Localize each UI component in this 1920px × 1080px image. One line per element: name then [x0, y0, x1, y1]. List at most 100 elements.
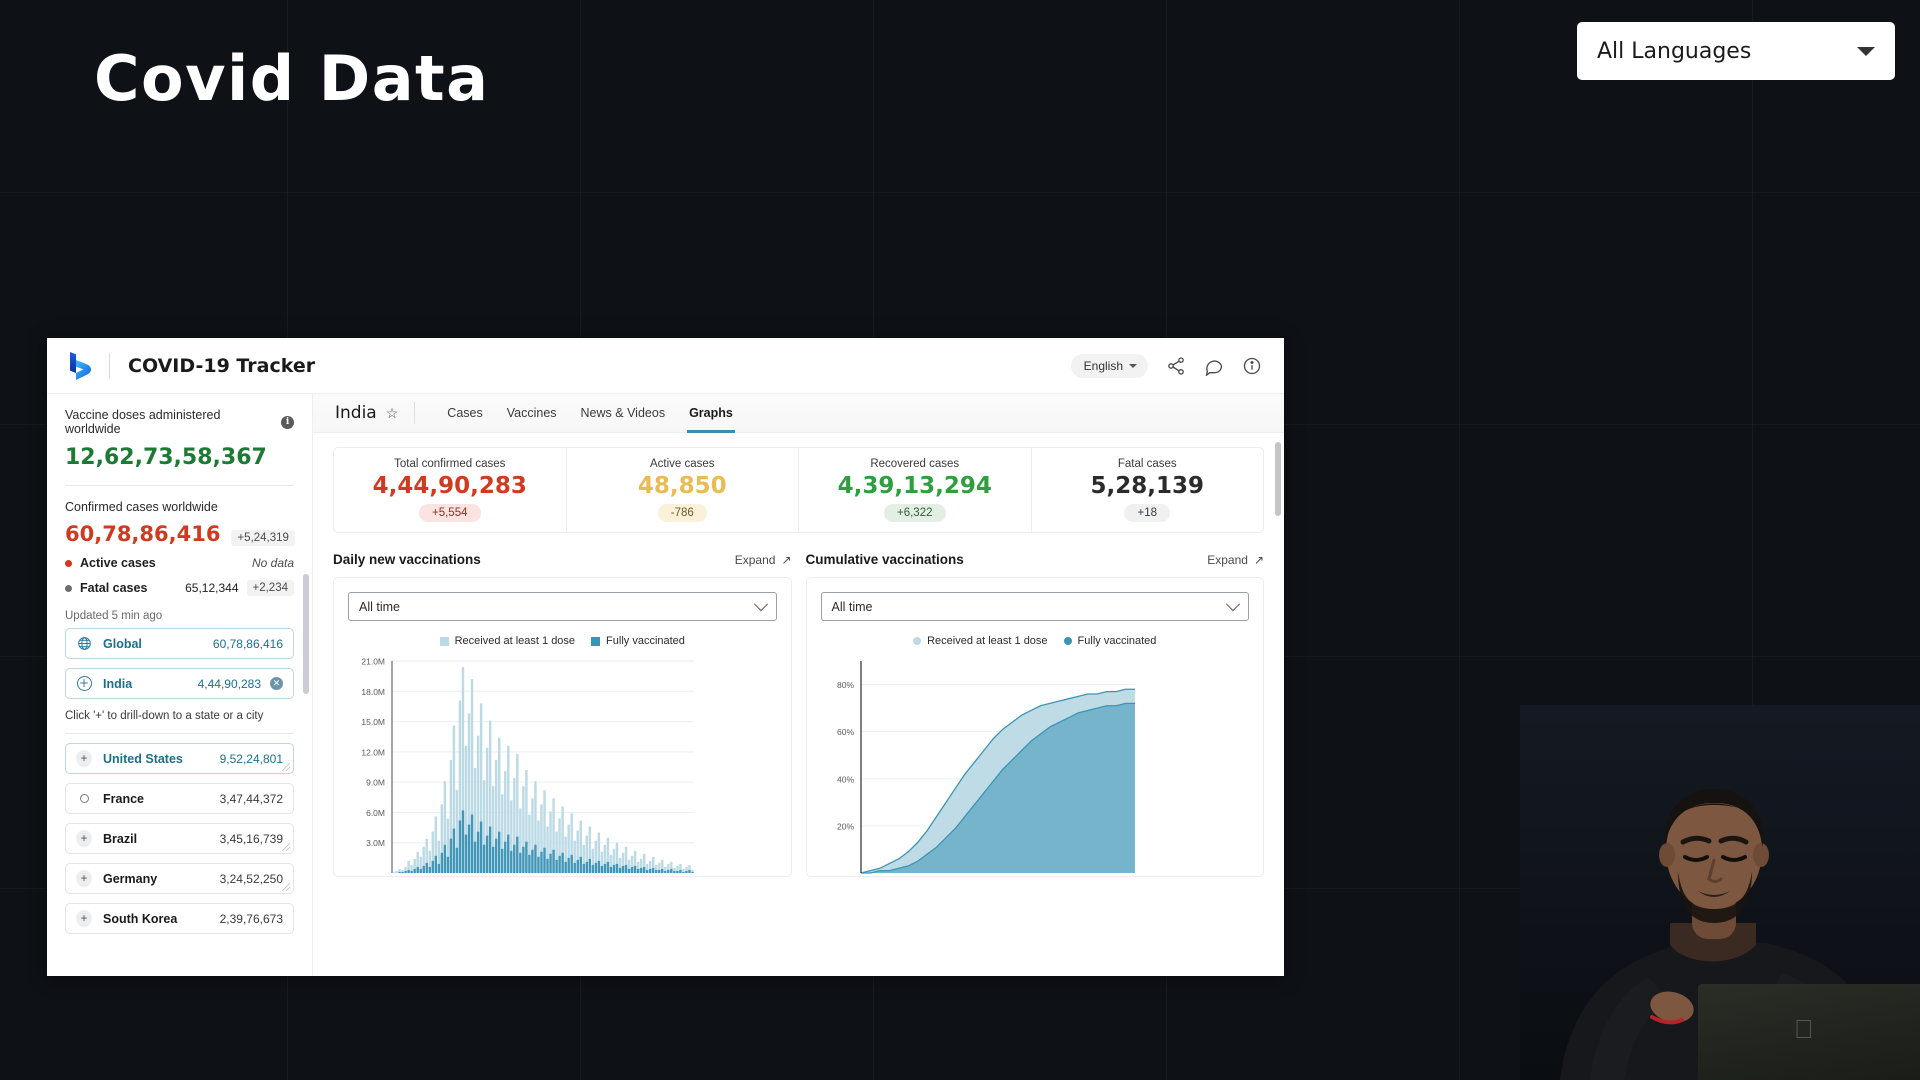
svg-text:18.0M: 18.0M	[361, 687, 385, 697]
daily-vaccinations-svg: 21.0M 18.0M 15.0M 12.0M 9.0M 6.0M 3.0M	[361, 657, 694, 873]
active-cases-label: Active cases	[80, 556, 156, 570]
expand-arrow-icon: ↗	[781, 552, 792, 567]
selected-country-title: India	[335, 403, 377, 423]
country-label: Germany	[103, 871, 158, 886]
svg-text:15.0M: 15.0M	[361, 717, 385, 727]
stat-delta: +5,554	[419, 504, 481, 522]
confirmed-cases-value: 60,78,86,416	[65, 522, 221, 546]
legend-swatch	[1063, 637, 1072, 645]
resize-grip-icon[interactable]	[282, 883, 290, 891]
chip-global-label: Global	[103, 636, 142, 651]
fatal-cases-delta: +2,234	[246, 580, 294, 596]
tab-cases[interactable]: Cases	[435, 394, 494, 433]
status-dot-fatal	[65, 584, 72, 592]
legend-label: Fully vaccinated	[1077, 635, 1157, 647]
stat-active-cases: Active cases 48,850 -786	[567, 448, 799, 532]
resize-grip-icon[interactable]	[282, 763, 290, 771]
country-row-south-korea[interactable]: + South Korea 2,39,76,673	[65, 903, 294, 934]
plus-icon[interactable]: +	[76, 750, 92, 767]
legend-label: Received at least 1 dose	[927, 635, 1048, 647]
svg-text:6.0M: 6.0M	[366, 808, 385, 818]
chart-header: Cumulative vaccinations Expand ↗	[806, 552, 1265, 567]
stat-label: Recovered cases	[870, 458, 960, 470]
stat-value: 4,44,90,283	[372, 473, 527, 499]
app-title: COVID-19 Tracker	[128, 354, 316, 377]
country-label: France	[103, 791, 144, 806]
main-scrollbar[interactable]	[1275, 442, 1281, 516]
resize-grip-icon[interactable]	[282, 843, 290, 851]
laptop-lid: 	[1698, 984, 1920, 1080]
expand-label: Expand	[1207, 552, 1248, 567]
legend-item-dose1: Received at least 1 dose	[439, 635, 575, 647]
share-icon[interactable]	[1166, 356, 1186, 376]
chart-card: All time Received at least 1 dose Fully …	[805, 577, 1264, 877]
confirmed-cases-label: Confirmed cases worldwide	[65, 500, 218, 514]
tab-graphs[interactable]: Graphs	[677, 394, 745, 433]
list-item-fatal-cases: Fatal cases 65,12,344 +2,234	[65, 580, 294, 596]
plus-icon[interactable]: +	[76, 830, 92, 847]
stat-label: Total confirmed cases	[394, 458, 506, 470]
stat-delta: -786	[657, 504, 707, 522]
svg-text:80%: 80%	[836, 680, 853, 690]
charts-row: Daily new vaccinations Expand ↗ All time	[333, 552, 1264, 877]
fatal-cases-value: 65,12,344	[185, 581, 239, 595]
chip-global-value: 60,78,86,416	[212, 636, 283, 651]
circle-icon[interactable]	[76, 791, 92, 807]
legend-label: Fully vaccinated	[606, 635, 685, 647]
header-divider	[109, 352, 110, 379]
all-languages-dropdown[interactable]: All Languages	[1577, 22, 1895, 80]
chart-header: Daily new vaccinations Expand ↗	[333, 552, 792, 567]
expand-button[interactable]: Expand ↗	[1207, 553, 1264, 567]
language-label: English	[1083, 358, 1123, 373]
svg-text:20%: 20%	[836, 821, 853, 831]
chart-legend: Received at least 1 dose Fully vaccinate…	[821, 635, 1250, 647]
plus-icon[interactable]: +	[76, 910, 92, 927]
stat-label: Active cases	[649, 458, 715, 470]
info-icon[interactable]: i	[281, 415, 294, 429]
stat-delta: +6,322	[884, 504, 946, 522]
info-icon[interactable]	[1242, 356, 1262, 376]
chip-india[interactable]: + India 4,44,90,283 ✕	[65, 668, 294, 699]
updated-timestamp: Updated 5 min ago	[65, 610, 163, 622]
country-row-france[interactable]: France 3,47,44,372	[65, 783, 294, 814]
country-row-germany[interactable]: + Germany 3,24,52,250	[65, 863, 294, 894]
svg-text:9.0M: 9.0M	[366, 778, 385, 788]
chevron-down-icon	[1857, 46, 1875, 56]
stat-value: 4,39,13,294	[837, 473, 992, 499]
tab-vaccines[interactable]: Vaccines	[495, 394, 569, 433]
stat-label: Fatal cases	[1117, 458, 1177, 470]
confirmed-cases-delta: +5,24,319	[231, 530, 295, 546]
chart-daily-new-vaccinations: Daily new vaccinations Expand ↗ All time	[333, 552, 792, 877]
expand-button[interactable]: Expand ↗	[735, 553, 792, 567]
sidebar-scrollbar[interactable]	[303, 574, 309, 694]
chart-title: Daily new vaccinations	[333, 552, 481, 567]
svg-text:12.0M: 12.0M	[361, 747, 385, 757]
language-dropdown-button[interactable]: English	[1070, 353, 1148, 378]
vaccine-doses-value: 12,62,73,58,367	[65, 445, 267, 470]
close-icon[interactable]: ✕	[270, 677, 283, 690]
chart-cumulative-vaccinations: Cumulative vaccinations Expand ↗ All tim…	[805, 552, 1265, 877]
legend-item-dose1: Received at least 1 dose	[913, 635, 1048, 647]
star-icon[interactable]: ☆	[386, 405, 399, 422]
divider	[65, 485, 294, 486]
country-label: United States	[103, 751, 183, 766]
plus-circle-icon[interactable]: +	[76, 676, 92, 692]
time-range-select-daily[interactable]: All time	[348, 592, 777, 621]
time-range-select-cumulative[interactable]: All time	[820, 592, 1249, 621]
feedback-icon[interactable]	[1204, 356, 1224, 376]
plus-icon[interactable]: +	[76, 870, 92, 887]
cumulative-vaccinations-svg: 20% 40% 60% 80%	[836, 661, 1135, 874]
legend-item-fully: Fully vaccinated	[1063, 635, 1157, 647]
apple-logo-icon: 	[1794, 1014, 1820, 1044]
stat-delta: +18	[1124, 504, 1170, 522]
tab-news-videos[interactable]: News & Videos	[569, 394, 678, 433]
list-item-active-cases: Active cases No data	[65, 556, 294, 570]
chevron-down-icon	[1225, 596, 1241, 611]
main-panel: India ☆ Cases Vaccines News & Videos Gra…	[313, 394, 1284, 976]
country-row-united-states[interactable]: + United States 9,52,24,801	[65, 743, 294, 774]
chip-global[interactable]: Global 60,78,86,416	[65, 628, 294, 659]
sidebar: Vaccine doses administered worldwide i 1…	[47, 394, 313, 976]
stat-cards: Total confirmed cases 4,44,90,283 +5,554…	[333, 447, 1264, 533]
country-row-brazil[interactable]: + Brazil 3,45,16,739	[65, 823, 294, 854]
chart-card: All time Received at least 1 dose Fully …	[333, 577, 792, 877]
